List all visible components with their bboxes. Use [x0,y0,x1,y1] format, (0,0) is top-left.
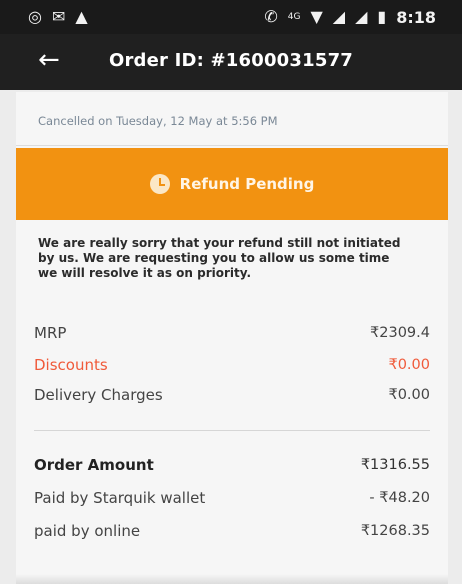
online-payment-label: paid by online [34,522,141,540]
status-bar: ◎ ✉ ▲ ✆ 4G ▼ ◢ ◢ ▮ 8:18 [0,0,462,34]
order-amount-label: Order Amount [34,456,154,474]
battery-icon: ▮ [377,7,387,26]
wallet-payment-value: - ₹48.20 [369,490,430,506]
network-type: 4G [287,12,301,22]
vibrate-icon: ✆ [264,7,278,26]
divider [34,430,430,431]
mrp-row: MRP ₹2309.4 [34,324,430,342]
message-icon: ✉ [51,7,66,26]
card-bottom-edge [16,574,448,584]
status-bar-left: ◎ ✉ ▲ [28,9,88,25]
order-details-card: Cancelled on Tuesday, 12 May at 5:56 PM … [16,92,448,584]
signal-icon: ◢ [332,7,346,26]
discount-label: Discounts [34,356,108,374]
order-amount-row: Order Amount ₹1316.55 [34,456,430,474]
discount-row: Discounts ₹0.00 [34,356,430,374]
page-title: Order ID: #1600031577 [108,50,354,71]
clock-icon [149,174,170,194]
online-payment-value: ₹1268.35 [360,523,430,539]
refund-status: Refund Pending [179,175,315,193]
refund-status-banner: Refund Pending [16,148,448,220]
delivery-label: Delivery Charges [34,386,163,404]
app-bar: ← Order ID: #1600031577 [0,34,462,90]
delivery-value: ₹0.00 [388,387,430,403]
status-bar-right: ✆ 4G ▼ ◢ ◢ ▮ 8:18 [264,8,436,27]
cancelled-date: Cancelled on Tuesday, 12 May at 5:56 PM [38,114,278,128]
mrp-label: MRP [34,324,67,342]
online-payment-row: paid by online ₹1268.35 [34,522,430,540]
divider [16,145,448,146]
wifi-icon: ▼ [310,7,323,26]
delivery-row: Delivery Charges ₹0.00 [34,386,430,404]
android-icon: ▲ [75,7,88,26]
whatsapp-icon: ◎ [28,7,42,26]
screen: ◎ ✉ ▲ ✆ 4G ▼ ◢ ◢ ▮ 8:18 ← Order ID: #160… [0,0,462,584]
discount-value: ₹0.00 [388,357,430,373]
order-amount-value: ₹1316.55 [360,457,430,473]
wallet-payment-label: Paid by Starquik wallet [34,489,206,507]
mrp-value: ₹2309.4 [370,325,430,341]
refund-message: We are really sorry that your refund sti… [38,236,401,280]
wallet-payment-row: Paid by Starquik wallet - ₹48.20 [34,489,430,507]
status-time: 8:18 [396,7,436,27]
signal-icon: ◢ [355,7,368,26]
